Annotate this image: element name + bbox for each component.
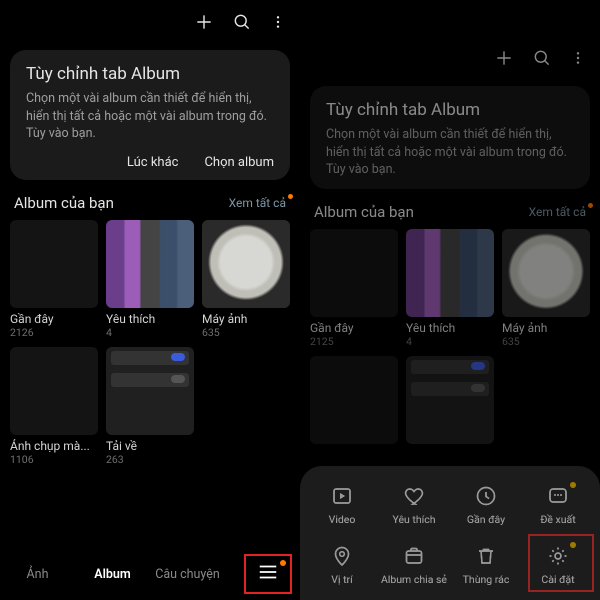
album-label: Máy ảnh	[502, 321, 590, 335]
album-count: 635	[502, 335, 590, 348]
see-all-label: Xem tất cả	[529, 205, 586, 219]
album-camera[interactable]: Máy ảnh 635	[202, 220, 290, 339]
notification-dot	[570, 482, 576, 488]
album-label: Ảnh chụp mà...	[10, 439, 98, 453]
see-all-link[interactable]: Xem tất cả	[529, 205, 586, 219]
gallery-screen-right: Tùy chỉnh tab Album Chọn một vài album c…	[300, 0, 600, 600]
album-favorites[interactable]: Yêu thích 4	[106, 220, 194, 339]
popup-label: Album chia sẻ	[381, 574, 447, 586]
album-thumb	[10, 220, 98, 308]
see-all-label: Xem tất cả	[229, 196, 286, 210]
popup-label: Vị trí	[331, 574, 352, 586]
album-recent[interactable]: Gần đây 2125	[310, 229, 398, 348]
album-count: 2126	[10, 326, 98, 339]
popup-video[interactable]: Video	[306, 484, 378, 526]
gallery-screen-left: Tùy chỉnh tab Album Chọn một vài album c…	[0, 0, 300, 600]
popup-trash[interactable]: Thùng rác	[450, 544, 522, 586]
popup-recent[interactable]: Gần đây	[450, 484, 522, 526]
album-label: Gần đây	[10, 312, 98, 326]
album-thumb	[106, 220, 194, 308]
highlight-menu	[244, 554, 292, 594]
tab-album[interactable]: Album	[75, 567, 150, 582]
album-thumb	[502, 229, 590, 317]
popup-label: Đề xuất	[540, 514, 575, 526]
popup-suggest[interactable]: Đề xuất	[522, 484, 594, 526]
album-screenshots[interactable]: Ảnh chụp mà... 1106	[10, 347, 98, 466]
album-grid: Gần đây 2126 Yêu thích 4 Máy ảnh 635 Ảnh…	[0, 220, 300, 466]
section-header: Album của bạn Xem tất cả	[0, 194, 300, 220]
card-desc: Chọn một vài album cần thiết để hiển thị…	[26, 90, 274, 143]
album-thumb	[406, 229, 494, 317]
popup-label: Gần đây	[467, 514, 505, 526]
album-count: 1106	[10, 453, 98, 466]
card-desc: Chọn một vài album cần thiết để hiển thị…	[326, 126, 574, 179]
notification-dot	[280, 560, 286, 566]
popup-label: Video	[329, 514, 356, 526]
album-thumb	[106, 347, 194, 435]
choose-album-button[interactable]: Chọn album	[204, 155, 274, 170]
album-thumb	[406, 356, 494, 444]
album-count: 4	[106, 326, 194, 339]
tab-photos[interactable]: Ảnh	[0, 567, 75, 582]
album-count: 4	[406, 335, 494, 348]
album-label: Gần đây	[310, 321, 398, 335]
customize-card: Tùy chỉnh tab Album Chọn một vài album c…	[310, 86, 590, 189]
menu-icon[interactable]	[257, 563, 279, 585]
album-extra[interactable]	[310, 356, 398, 444]
album-count: 263	[106, 453, 194, 466]
popup-location[interactable]: Vị trí	[306, 544, 378, 586]
notification-dot	[288, 194, 293, 199]
album-extra[interactable]	[406, 356, 494, 444]
album-label: Tải về	[106, 439, 194, 453]
search-icon[interactable]	[532, 48, 552, 68]
album-thumb	[202, 220, 290, 308]
popup-label: Yêu thích	[392, 514, 435, 526]
card-actions: Lúc khác Chọn album	[26, 155, 274, 170]
card-title: Tùy chỉnh tab Album	[26, 64, 274, 84]
album-thumb	[10, 347, 98, 435]
album-thumb	[310, 229, 398, 317]
album-count: 2125	[310, 335, 398, 348]
tab-stories[interactable]: Câu chuyện	[150, 567, 225, 582]
see-all-link[interactable]: Xem tất cả	[229, 196, 286, 210]
popup-label: Thùng rác	[463, 574, 510, 586]
album-grid: Gần đây 2125 Yêu thích 4 Máy ảnh 635	[300, 229, 600, 444]
top-bar	[300, 36, 600, 80]
notification-dot	[588, 203, 593, 208]
section-title: Album của bạn	[14, 194, 114, 212]
section-title: Album của bạn	[314, 203, 414, 221]
album-label: Yêu thích	[406, 321, 494, 335]
later-button[interactable]: Lúc khác	[127, 155, 179, 170]
search-icon[interactable]	[232, 12, 252, 32]
customize-card: Tùy chỉnh tab Album Chọn một vài album c…	[10, 50, 290, 180]
popup-shared-album[interactable]: Album chia sẻ	[378, 544, 450, 586]
album-label: Máy ảnh	[202, 312, 290, 326]
album-recent[interactable]: Gần đây 2126	[10, 220, 98, 339]
album-favorites[interactable]: Yêu thích 4	[406, 229, 494, 348]
card-title: Tùy chỉnh tab Album	[326, 100, 574, 120]
add-icon[interactable]	[194, 12, 214, 32]
section-header: Album của bạn Xem tất cả	[300, 203, 600, 229]
more-icon[interactable]	[570, 48, 586, 68]
album-download[interactable]: Tải về 263	[106, 347, 194, 466]
album-count: 635	[202, 326, 290, 339]
menu-popup: Video Yêu thích Gần đây Đề xuất Vị trí A…	[300, 466, 600, 600]
album-thumb	[310, 356, 398, 444]
popup-label: Cài đặt	[541, 574, 574, 586]
popup-settings[interactable]: Cài đặt	[522, 544, 594, 586]
more-icon[interactable]	[270, 12, 286, 32]
popup-favorites[interactable]: Yêu thích	[378, 484, 450, 526]
album-camera[interactable]: Máy ảnh 635	[502, 229, 590, 348]
top-bar	[0, 0, 300, 44]
notification-dot	[570, 542, 576, 548]
album-label: Yêu thích	[106, 312, 194, 326]
add-icon[interactable]	[494, 48, 514, 68]
